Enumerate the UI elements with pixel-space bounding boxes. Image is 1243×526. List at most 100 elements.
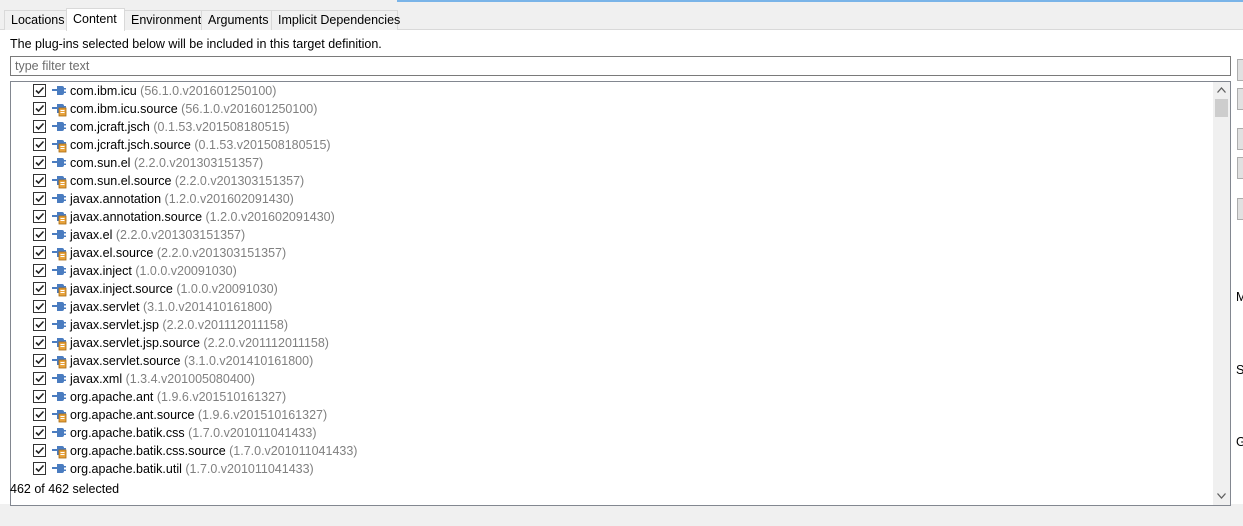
plugin-row[interactable]: org.apache.batik.util (1.7.0.v2010110414…: [11, 460, 1213, 478]
plugin-checkbox[interactable]: [33, 372, 46, 385]
scroll-thumb[interactable]: [1215, 99, 1228, 117]
plugin-row[interactable]: org.apache.ant (1.9.6.v201510161327): [11, 388, 1213, 406]
plugin-icon: [51, 119, 67, 135]
plugin-row[interactable]: javax.el.source (2.2.0.v201303151357): [11, 244, 1213, 262]
side-label-2: S: [1236, 363, 1243, 377]
plugin-icon: [51, 227, 67, 243]
plugin-row[interactable]: javax.servlet.source (3.1.0.v20141016180…: [11, 352, 1213, 370]
tab-environment[interactable]: Environment: [124, 10, 202, 30]
plugin-checkbox[interactable]: [33, 192, 46, 205]
plugin-name: com.sun.el.source: [70, 174, 172, 188]
plugin-row[interactable]: com.jcraft.jsch (0.1.53.v201508180515): [11, 118, 1213, 136]
plugin-checkbox[interactable]: [33, 300, 46, 313]
plugin-version: (1.7.0.v201011041433): [185, 462, 314, 476]
plugin-version: (0.1.53.v201508180515): [194, 138, 331, 152]
checkmark-icon: [35, 464, 45, 473]
plugin-row[interactable]: com.ibm.icu.source (56.1.0.v201601250100…: [11, 100, 1213, 118]
plugin-label: org.apache.ant.source (1.9.6.v2015101613…: [70, 407, 327, 423]
plugin-row[interactable]: com.sun.el (2.2.0.v201303151357): [11, 154, 1213, 172]
tab-content[interactable]: Content: [66, 8, 125, 31]
plugin-checkbox[interactable]: [33, 228, 46, 241]
plugin-checkbox[interactable]: [33, 282, 46, 295]
plugin-row[interactable]: javax.el (2.2.0.v201303151357): [11, 226, 1213, 244]
checkmark-icon: [35, 356, 45, 365]
plugin-name: javax.annotation: [70, 192, 162, 206]
plugin-source-icon: [51, 335, 67, 351]
plugin-icon: [51, 155, 67, 171]
checkmark-icon: [35, 140, 45, 149]
plugin-row[interactable]: org.apache.batik.css.source (1.7.0.v2010…: [11, 442, 1213, 460]
tab-implicit-dependencies[interactable]: Implicit Dependencies: [271, 10, 400, 30]
plugin-label: org.apache.batik.css (1.7.0.v20101104143…: [70, 425, 317, 441]
plugin-label: javax.servlet (3.1.0.v201410161800): [70, 299, 272, 315]
side-button-5[interactable]: [1237, 198, 1243, 220]
plugin-checkbox[interactable]: [33, 210, 46, 223]
plugin-checkbox[interactable]: [33, 462, 46, 475]
plugin-name: javax.xml: [70, 372, 123, 386]
checkmark-icon: [35, 158, 45, 167]
plugin-checkbox[interactable]: [33, 138, 46, 151]
plugin-checkbox[interactable]: [33, 426, 46, 439]
plugin-row[interactable]: javax.xml (1.3.4.v201005080400): [11, 370, 1213, 388]
plugin-version: (1.3.4.v201005080400): [125, 372, 255, 386]
plugin-list[interactable]: com.ibm.icu (56.1.0.v201601250100) com.ib…: [10, 81, 1231, 506]
checkmark-icon: [35, 194, 45, 203]
plugin-checkbox[interactable]: [33, 102, 46, 115]
checkmark-icon: [35, 446, 45, 455]
scroll-down-button[interactable]: [1213, 488, 1230, 505]
chevron-up-icon: [1217, 87, 1226, 93]
plugin-row[interactable]: javax.servlet.jsp (2.2.0.v201112011158): [11, 316, 1213, 334]
plugin-icon: [51, 83, 67, 99]
plugin-name: javax.servlet.source: [70, 354, 181, 368]
plugin-row[interactable]: javax.annotation (1.2.0.v201602091430): [11, 190, 1213, 208]
plugin-icon: [51, 263, 67, 279]
plugin-checkbox[interactable]: [33, 264, 46, 277]
checkmark-icon: [35, 248, 45, 257]
tab-locations[interactable]: Locations: [4, 10, 67, 30]
checkmark-icon: [35, 320, 45, 329]
filter-input[interactable]: [10, 56, 1231, 76]
plugin-label: javax.el.source (2.2.0.v201303151357): [70, 245, 286, 261]
plugin-version: (1.7.0.v201011041433): [188, 426, 317, 440]
plugin-name: org.apache.batik.css: [70, 426, 185, 440]
plugin-row[interactable]: com.ibm.icu (56.1.0.v201601250100): [11, 82, 1213, 100]
plugin-checkbox[interactable]: [33, 84, 46, 97]
active-tab-accent: [397, 0, 1243, 2]
side-button-3[interactable]: [1237, 128, 1243, 150]
plugin-row[interactable]: com.sun.el.source (2.2.0.v201303151357): [11, 172, 1213, 190]
plugin-version: (1.2.0.v201602091430): [164, 192, 294, 206]
checkmark-icon: [35, 122, 45, 131]
plugin-row[interactable]: javax.inject.source (1.0.0.v20091030): [11, 280, 1213, 298]
plugin-row[interactable]: javax.inject (1.0.0.v20091030): [11, 262, 1213, 280]
plugin-label: com.jcraft.jsch (0.1.53.v201508180515): [70, 119, 290, 135]
plugin-checkbox[interactable]: [33, 156, 46, 169]
plugin-row[interactable]: com.jcraft.jsch.source (0.1.53.v20150818…: [11, 136, 1213, 154]
content-panel: The plug-ins selected below will be incl…: [0, 30, 1243, 506]
tab-arguments[interactable]: Arguments: [201, 10, 272, 30]
plugin-checkbox[interactable]: [33, 354, 46, 367]
scroll-up-button[interactable]: [1213, 82, 1230, 99]
plugin-checkbox[interactable]: [33, 444, 46, 457]
plugin-checkbox[interactable]: [33, 120, 46, 133]
plugin-row[interactable]: org.apache.ant.source (1.9.6.v2015101613…: [11, 406, 1213, 424]
plugin-source-icon: [51, 173, 67, 189]
plugin-checkbox[interactable]: [33, 390, 46, 403]
side-button-1[interactable]: [1237, 59, 1243, 81]
side-button-2[interactable]: [1237, 88, 1243, 110]
plugin-checkbox[interactable]: [33, 174, 46, 187]
plugin-checkbox[interactable]: [33, 246, 46, 259]
plugin-name: javax.inject: [70, 264, 132, 278]
side-button-4[interactable]: [1237, 157, 1243, 179]
plugin-checkbox[interactable]: [33, 336, 46, 349]
vertical-scrollbar[interactable]: [1213, 82, 1230, 505]
plugin-row[interactable]: javax.servlet (3.1.0.v201410161800): [11, 298, 1213, 316]
plugin-version: (3.1.0.v201410161800): [183, 354, 314, 368]
plugin-label: com.jcraft.jsch.source (0.1.53.v20150818…: [70, 137, 331, 153]
plugin-row[interactable]: org.apache.batik.css (1.7.0.v20101104143…: [11, 424, 1213, 442]
plugin-row[interactable]: javax.annotation.source (1.2.0.v20160209…: [11, 208, 1213, 226]
plugin-version: (2.2.0.v201303151357): [115, 228, 246, 242]
plugin-row[interactable]: javax.servlet.jsp.source (2.2.0.v2011120…: [11, 334, 1213, 352]
plugin-checkbox[interactable]: [33, 408, 46, 421]
plugin-source-icon: [51, 101, 67, 117]
plugin-checkbox[interactable]: [33, 318, 46, 331]
